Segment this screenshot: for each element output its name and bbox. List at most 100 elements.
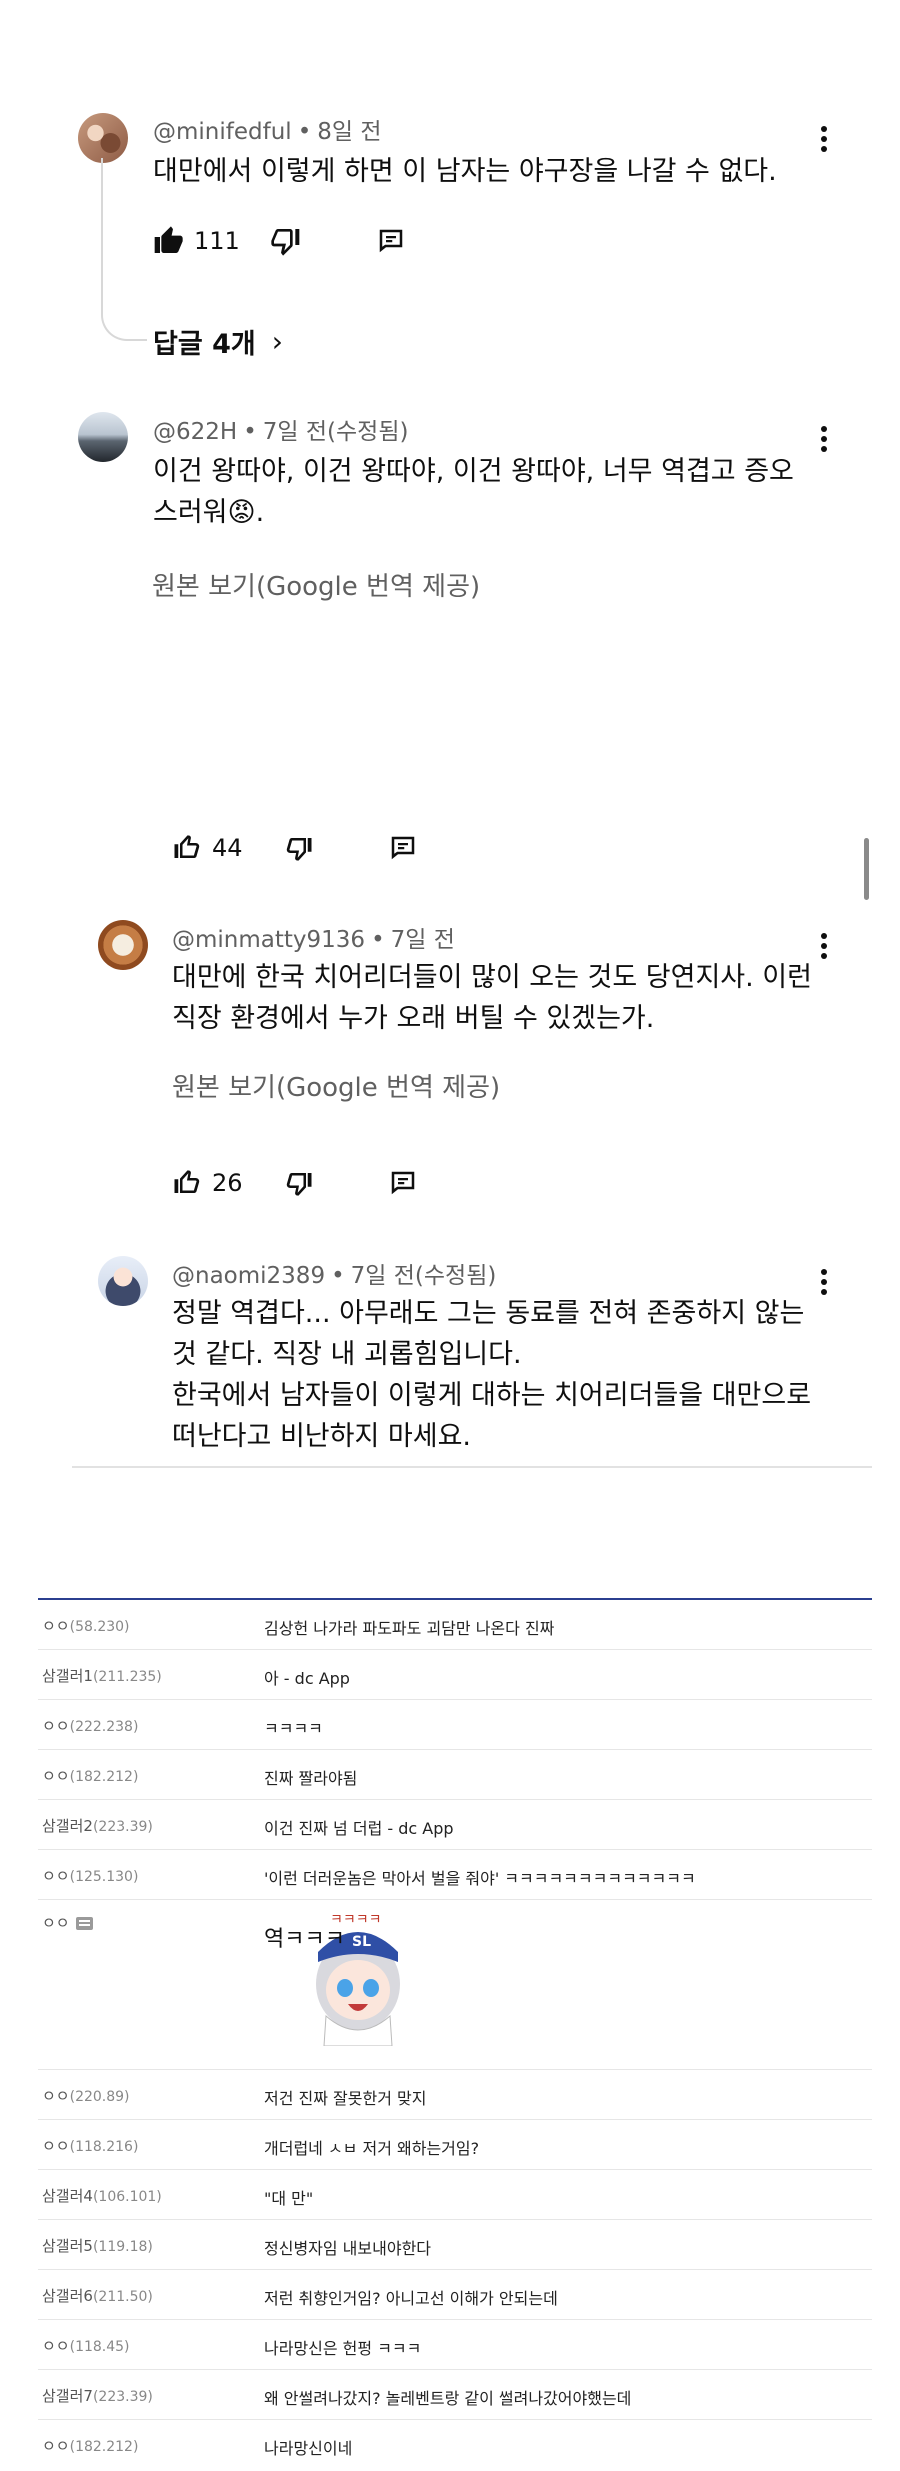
comment-nick[interactable]: ㅇㅇ(182.212) <box>42 1765 138 1786</box>
table-row: ㅇㅇ SL 역ㅋㅋㅋ ㅋㅋㅋㅋ <box>38 1900 872 2070</box>
more-vert-icon[interactable] <box>814 422 834 456</box>
like-button[interactable]: 111 <box>152 221 240 261</box>
divider <box>72 1466 872 1468</box>
comment-meta: @622H • 7일 전(수정됨) <box>153 419 409 445</box>
dislike-button[interactable] <box>284 1163 314 1203</box>
ip-text: (211.235) <box>92 1669 162 1685</box>
comment-nick[interactable]: ㅇㅇ(220.89) <box>42 2085 130 2106</box>
reply-icon <box>391 836 415 860</box>
comment-author[interactable]: @minifedful <box>153 119 292 145</box>
nick-text: 삼갤러7 <box>42 2387 93 2405</box>
comment-time[interactable]: 7일 전(수정됨) <box>351 1263 497 1289</box>
comment-nick[interactable]: ㅇㅇ(222.238) <box>42 1715 138 1736</box>
comment-meta: @minmatty9136 • 7일 전 <box>172 927 455 953</box>
dislike-button[interactable] <box>270 221 302 261</box>
avatar[interactable] <box>98 920 148 970</box>
reply-icon <box>391 1171 415 1195</box>
comment-nick[interactable]: ㅇㅇ(182.212) <box>42 2435 138 2456</box>
youtube-comments-section: @minifedful • 8일 전 대만에서 이렇게 하면 이 남자는 야구장을 … <box>0 0 900 1480</box>
comment-text-line: 직장 환경에서 누가 오래 버틸 수 있겠는가. <box>172 1003 655 1034</box>
ip-text: (118.216) <box>69 2139 139 2155</box>
comment-text: 나라망신은 헌펑 ㅋㅋㅋ <box>264 2339 422 2358</box>
comment-time[interactable]: 8일 전 <box>317 119 381 145</box>
reply-button[interactable] <box>376 221 406 261</box>
comment-time[interactable]: 7일 전(수정됨) <box>263 419 409 445</box>
comment-list-icon <box>75 1917 93 1930</box>
table-row: ㅇㅇ(182.212) 나라망신이네 <box>38 2420 872 2470</box>
comment-nick[interactable]: ㅇㅇ <box>42 1912 93 1933</box>
like-count: 26 <box>212 1169 243 1197</box>
comment-text: ㅋㅋㅋㅋ <box>264 1719 323 1738</box>
like-count: 111 <box>194 227 240 255</box>
comment-nick[interactable]: 삼갤러7(223.39) <box>42 2385 153 2406</box>
comment-text: 김상헌 나가라 파도파도 괴담만 나온다 진짜 <box>264 1619 555 1638</box>
nick-text: 삼갤러6 <box>42 2287 93 2305</box>
table-row: ㅇㅇ(118.45) 나라망신은 헌펑 ㅋㅋㅋ <box>38 2320 872 2370</box>
comment-text: 이건 진짜 넘 더럽 - dc App <box>264 1819 454 1838</box>
like-button[interactable]: 44 <box>172 828 243 868</box>
comment-author[interactable]: @naomi2389 <box>172 1263 325 1289</box>
comment-text: 저건 진짜 잘못한거 맞지 <box>264 2089 427 2108</box>
table-row: ㅇㅇ(58.230) 김상헌 나가라 파도파도 괴담만 나온다 진짜 <box>38 1600 872 1650</box>
ip-text: (223.39) <box>92 2389 153 2405</box>
view-replies-button[interactable]: 답글 4개 › <box>153 322 283 361</box>
comment-text-line: 떠난다고 비난하지 마세요. <box>172 1421 471 1452</box>
comment-nick[interactable]: ㅇㅇ(125.130) <box>42 1865 138 1886</box>
nick-text: 삼갤러4 <box>42 2187 93 2205</box>
reply-button[interactable] <box>388 828 418 868</box>
see-original-link[interactable]: 원본 보기(Google 번역 제공) <box>172 1067 500 1104</box>
more-vert-icon[interactable] <box>814 1265 834 1299</box>
see-original-link[interactable]: 원본 보기(Google 번역 제공) <box>152 566 480 603</box>
avatar[interactable] <box>78 412 128 462</box>
dislike-icon <box>286 1173 312 1196</box>
comment-nick[interactable]: ㅇㅇ(118.45) <box>42 2335 130 2356</box>
replies-label: 답글 4개 <box>153 329 256 360</box>
table-row: 삼갤러2(223.39) 이건 진짜 넘 더럽 - dc App <box>38 1800 872 1850</box>
comment-text-line: 이건 왕따야, 이건 왕따야, 이건 왕따야, 너무 역겹고 증오 <box>153 456 794 487</box>
table-row: ㅇㅇ(118.216) 개더럽네 ㅅㅂ 저거 왜하는거임? <box>38 2120 872 2170</box>
comment-nick[interactable]: ㅇㅇ(58.230) <box>42 1615 130 1636</box>
comment-text: 이건 왕따야, 이건 왕따야, 이건 왕따야, 너무 역겹고 증오 스러워😡. <box>153 451 794 533</box>
comment-text: 정말 역겹다... 아무래도 그는 동료를 전혀 존중하지 않는 것 같다. 직… <box>172 1293 811 1457</box>
table-row: 삼갤러4(106.101) "대 만" <box>38 2170 872 2220</box>
nick-text: ㅇㅇ <box>42 1914 70 1932</box>
table-row: 삼갤러5(119.18) 정신병자임 내보내야한다 <box>38 2220 872 2270</box>
dislike-icon <box>286 838 312 861</box>
comment-nick[interactable]: 삼갤러5(119.18) <box>42 2235 153 2256</box>
like-button[interactable]: 26 <box>172 1163 243 1203</box>
table-row: 삼갤러6(211.50) 저런 취향인거임? 아니고선 이해가 안되는데 <box>38 2270 872 2320</box>
ip-text: (223.39) <box>92 1819 153 1835</box>
ip-text: (222.238) <box>69 1719 139 1735</box>
comment-author[interactable]: @622H <box>153 419 237 445</box>
more-vert-icon[interactable] <box>814 122 834 156</box>
sticker-text-left: 역ㅋㅋㅋ <box>264 1927 345 1952</box>
like-icon <box>174 835 200 858</box>
comment-nick[interactable]: 삼갤러4(106.101) <box>42 2185 162 2206</box>
nick-text: ㅇㅇ <box>42 1767 70 1785</box>
table-row: ㅇㅇ(220.89) 저건 진짜 잘못한거 맞지 <box>38 2070 872 2120</box>
ip-text: (182.212) <box>69 2439 139 2455</box>
table-row: 삼갤러7(223.39) 왜 안썰려나갔지? 놀레벤트랑 같이 썰려나갔어야했는… <box>38 2370 872 2420</box>
scrollbar-thumb[interactable] <box>864 838 869 900</box>
comment-nick[interactable]: ㅇㅇ(118.216) <box>42 2135 138 2156</box>
comment-time[interactable]: 7일 전 <box>391 927 455 953</box>
ip-text: (58.230) <box>69 1619 130 1635</box>
comment-text: 대만에 한국 치어리더들이 많이 오는 것도 당연지사. 이런 직장 환경에서 … <box>172 957 812 1039</box>
comment-nick[interactable]: 삼갤러6(211.50) <box>42 2285 153 2306</box>
comment-nick[interactable]: 삼갤러2(223.39) <box>42 1815 153 1836</box>
ip-text: (211.50) <box>92 2289 153 2305</box>
nick-text: ㅇㅇ <box>42 2087 70 2105</box>
dislike-button[interactable] <box>284 828 314 868</box>
nick-text: ㅇㅇ <box>42 1867 70 1885</box>
more-vert-icon[interactable] <box>814 929 834 963</box>
comment-nick[interactable]: 삼갤러1(211.235) <box>42 1665 162 1686</box>
table-row: ㅇㅇ(222.238) ㅋㅋㅋㅋ <box>38 1700 872 1750</box>
avatar[interactable] <box>98 1256 148 1306</box>
comment-actions: 44 <box>172 828 472 868</box>
avatar[interactable] <box>78 113 128 163</box>
reply-button[interactable] <box>388 1163 418 1203</box>
comment-author[interactable]: @minmatty9136 <box>172 927 365 953</box>
comment-text: 정신병자임 내보내야한다 <box>264 2239 432 2258</box>
table-row: ㅇㅇ(125.130) '이런 더러운놈은 막아서 벌을 줘야' ㅋㅋㅋㅋㅋㅋㅋ… <box>38 1850 872 1900</box>
comment-text-line: 스러워😡. <box>153 497 265 528</box>
